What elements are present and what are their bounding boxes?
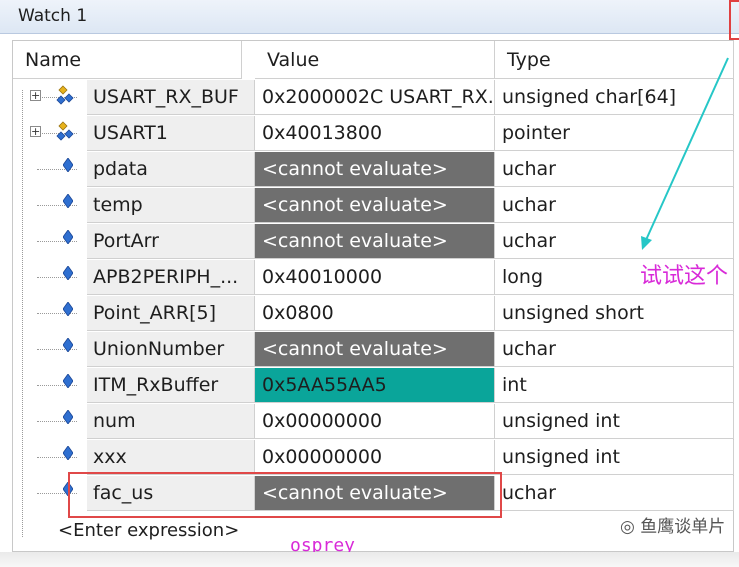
wechat-icon: ◎: [620, 517, 641, 537]
wechat-watermark: ◎ 鱼鹰谈单片: [620, 512, 725, 537]
bottom-strip: [0, 552, 739, 567]
annotation-arrow: [641, 57, 729, 250]
watermark-text: 鱼鹰谈单片: [640, 517, 726, 537]
